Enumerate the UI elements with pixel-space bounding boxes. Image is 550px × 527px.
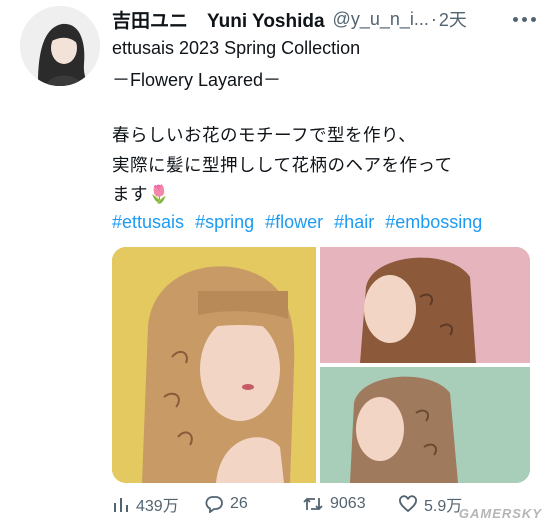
bar-chart-icon xyxy=(114,498,128,512)
avatar[interactable] xyxy=(20,6,100,86)
retweet-icon xyxy=(303,497,323,511)
photo-main-image xyxy=(112,247,316,483)
tweet-line-2: －Flowery Layared－ xyxy=(112,70,282,90)
photo-top-right[interactable] xyxy=(320,247,530,363)
reply-count: 26 xyxy=(230,495,248,512)
photo-bottom-right[interactable] xyxy=(320,367,530,483)
tulip-emoji: 🌷 xyxy=(148,185,171,205)
hashtag-hair[interactable]: #hair xyxy=(334,212,374,232)
like-count: 5.9万 xyxy=(424,498,463,515)
separator-dot: · xyxy=(430,8,437,29)
more-icon[interactable] xyxy=(513,16,536,22)
hashtag-row: #ettusais #spring #flower #hair #embossi… xyxy=(112,212,488,233)
display-name[interactable]: 吉田ユニ Yuni Yoshida xyxy=(112,6,325,33)
photo-main[interactable] xyxy=(112,247,316,483)
retweet-count: 9063 xyxy=(330,495,366,512)
tweet-header: 吉田ユニ Yuni Yoshida @y_u_n_i... · 2天 xyxy=(112,6,536,32)
media-grid xyxy=(112,247,530,483)
tweet-body-1: 春らしいお花のモチーフで型を作り、 xyxy=(112,126,417,146)
views-button[interactable]: 439万 xyxy=(112,492,204,516)
tweet-time[interactable]: 2天 xyxy=(439,6,467,32)
tweet-body-2: 実際に髪に型押しして花柄のヘアを作って xyxy=(112,156,453,176)
hashtag-spring[interactable]: #spring xyxy=(195,212,254,232)
watermark: GAMERSKY xyxy=(458,506,542,521)
user-handle[interactable]: @y_u_n_i... xyxy=(333,9,429,30)
photo-top-right-image xyxy=(320,247,530,363)
photo-bottom-right-image xyxy=(320,367,530,483)
reply-icon xyxy=(205,496,223,513)
hashtag-ettusais[interactable]: #ettusais xyxy=(112,212,184,232)
tweet-line-1: ettusais 2023 Spring Collection xyxy=(112,38,361,58)
avatar-image xyxy=(20,6,100,86)
tweet-body-3: ます🌷 xyxy=(112,181,170,206)
views-count: 439万 xyxy=(136,498,179,515)
hashtag-embossing[interactable]: #embossing xyxy=(385,212,482,232)
heart-icon xyxy=(399,495,417,513)
reply-button[interactable]: 26 xyxy=(204,495,302,513)
hashtag-flower[interactable]: #flower xyxy=(265,212,323,232)
retweet-button[interactable]: 9063 xyxy=(302,495,398,513)
tweet-body-3-text: ます xyxy=(112,185,148,205)
